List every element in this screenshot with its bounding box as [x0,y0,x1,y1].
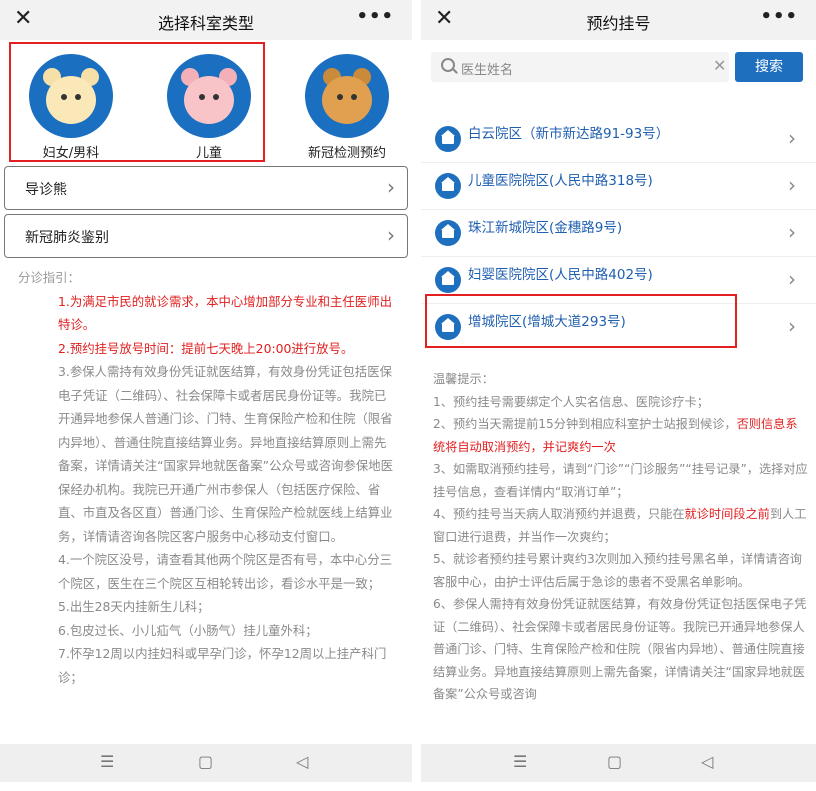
search-placeholder: 医生姓名 [461,63,514,78]
system-nav-bar: ☰ ▢ ◁ [421,744,816,782]
hospital-name: 珠江新城院区(金穗路9号) [468,220,623,236]
chevron-right-icon: › [387,175,395,199]
dept-covid-test[interactable]: 新冠检测预约 [292,54,402,161]
tip-item: 2、预约当天需提前15分钟到相应科室护士站报到候诊，否则信息系统将自动取消预约，… [433,413,808,458]
tips-title: 温馨提示： [433,372,494,386]
guide-item: 5.出生28天内挂新生儿科； [58,599,210,614]
search-icon [441,58,455,72]
guide-item: 1.为满足市民的就诊需求，本中心增加部分专业和主任医师出特诊。 [58,293,392,333]
hospital-icon [435,267,461,293]
reminder-tips: 温馨提示： 1、预约挂号需要绑定个人实名信息、医院诊疗卡； 2、预约当天需提前1… [433,368,808,706]
triage-guide: 分诊指引： 1.为满足市民的就诊需求，本中心增加部分专业和主任医师出特诊。 2.… [18,266,396,689]
search-bar: 医生姓名 ✕ 搜索 [431,52,806,82]
tip-item: 1、预约挂号需要绑定个人实名信息、医院诊疗卡； [433,394,709,409]
hospital-item[interactable]: 白云院区（新市新达路91-93号） › [421,116,816,163]
more-icon[interactable]: ••• [356,6,394,27]
chevron-right-icon: › [788,267,796,291]
clear-icon[interactable]: ✕ [713,56,726,75]
left-screen: ✕ 选择科室类型 ••• 妇女/男科 儿童 新冠检测预约 导诊熊 › 新冠肺炎鉴… [0,0,412,782]
title-bar: ✕ 选择科室类型 ••• [0,0,412,40]
tip-item: 4、预约挂号当天病人取消预约并退费，只能在就诊时间段之前到人工窗口进行退费，并当… [433,503,808,548]
highlight-box [425,294,737,348]
chevron-right-icon: › [788,173,796,197]
search-button[interactable]: 搜索 [735,52,803,82]
tip-text: 4、预约挂号当天病人取消预约并退费，只能在 [433,507,685,521]
tip-item: 6、参保人需持有效身份凭证就医结算，有效身份凭证包括医保电子凭证（二维码）、社会… [433,597,807,701]
title-bar: ✕ 预约挂号 ••• [421,0,816,40]
guide-item: 2.预约挂号放号时间：提前七天晚上20:00进行放号。 [58,340,354,356]
hospital-icon [435,173,461,199]
hospital-item[interactable]: 儿童医院院区(人民中路318号) › [421,163,816,210]
highlight-box [9,42,265,162]
tip-text: 2、预约当天需提前15分钟到相应科室护士站报到候诊， [433,417,737,431]
hospital-item[interactable]: 珠江新城院区(金穗路9号) › [421,210,816,257]
menu-guide-bear[interactable]: 导诊熊 › [4,166,408,210]
chevron-right-icon: › [788,314,796,338]
back-icon[interactable]: ◁ [701,752,713,771]
menu-icon[interactable]: ☰ [513,752,527,771]
guide-title: 分诊指引： [18,270,80,285]
hospital-name: 妇婴医院院区(人民中路402号) [468,267,653,283]
tip-item: 3、如需取消预约挂号，请到“门诊”“门诊服务”“挂号记录”，选择对应挂号信息，查… [433,462,808,499]
hospital-name: 白云院区（新市新达路91-93号） [468,126,670,142]
page-title: 预约挂号 [586,14,651,33]
hospital-name: 儿童医院院区(人民中路318号) [468,173,653,189]
menu-covid-identify[interactable]: 新冠肺炎鉴别 › [4,214,408,258]
guide-item: 3.参保人需持有效身份凭证就医结算，有效身份凭证包括医保电子凭证（二维码）、社会… [58,364,393,544]
guide-item: 4.一个院区没号，请查看其他两个院区是否有号，本中心分三个院区，医生在三个院区互… [58,552,392,591]
dept-label: 新冠检测预约 [307,146,386,161]
guide-item: 7.怀孕12周以内挂妇科或早孕门诊，怀孕12周以上挂产科门诊； [58,646,387,685]
home-icon[interactable]: ▢ [198,752,213,771]
more-icon[interactable]: ••• [760,6,798,27]
chevron-right-icon: › [788,220,796,244]
system-nav-bar: ☰ ▢ ◁ [0,744,412,782]
tip-warning: 就诊时间段之前 [684,507,770,521]
brown-bear-icon [305,54,389,138]
back-icon[interactable]: ◁ [296,752,308,771]
menu-label: 新冠肺炎鉴别 [25,230,109,246]
guide-item: 6.包皮过长、小儿疝气（小肠气）挂儿童外科； [58,622,318,638]
chevron-right-icon: › [788,126,796,150]
hospital-icon [435,126,461,152]
page-title: 选择科室类型 [157,14,254,33]
chevron-right-icon: › [387,223,395,247]
home-icon[interactable]: ▢ [607,752,622,771]
menu-icon[interactable]: ☰ [100,752,114,771]
hospital-icon [435,220,461,246]
right-screen: ✕ 预约挂号 ••• 医生姓名 ✕ 搜索 白云院区（新市新达路91-93号） ›… [421,0,816,782]
tip-item: 5、就诊者预约挂号累计爽约3次则加入预约挂号黑名单，详情请咨询客服中心，由护士评… [433,552,802,589]
menu-label: 导诊熊 [25,182,67,198]
search-input[interactable]: 医生姓名 ✕ [431,52,729,82]
